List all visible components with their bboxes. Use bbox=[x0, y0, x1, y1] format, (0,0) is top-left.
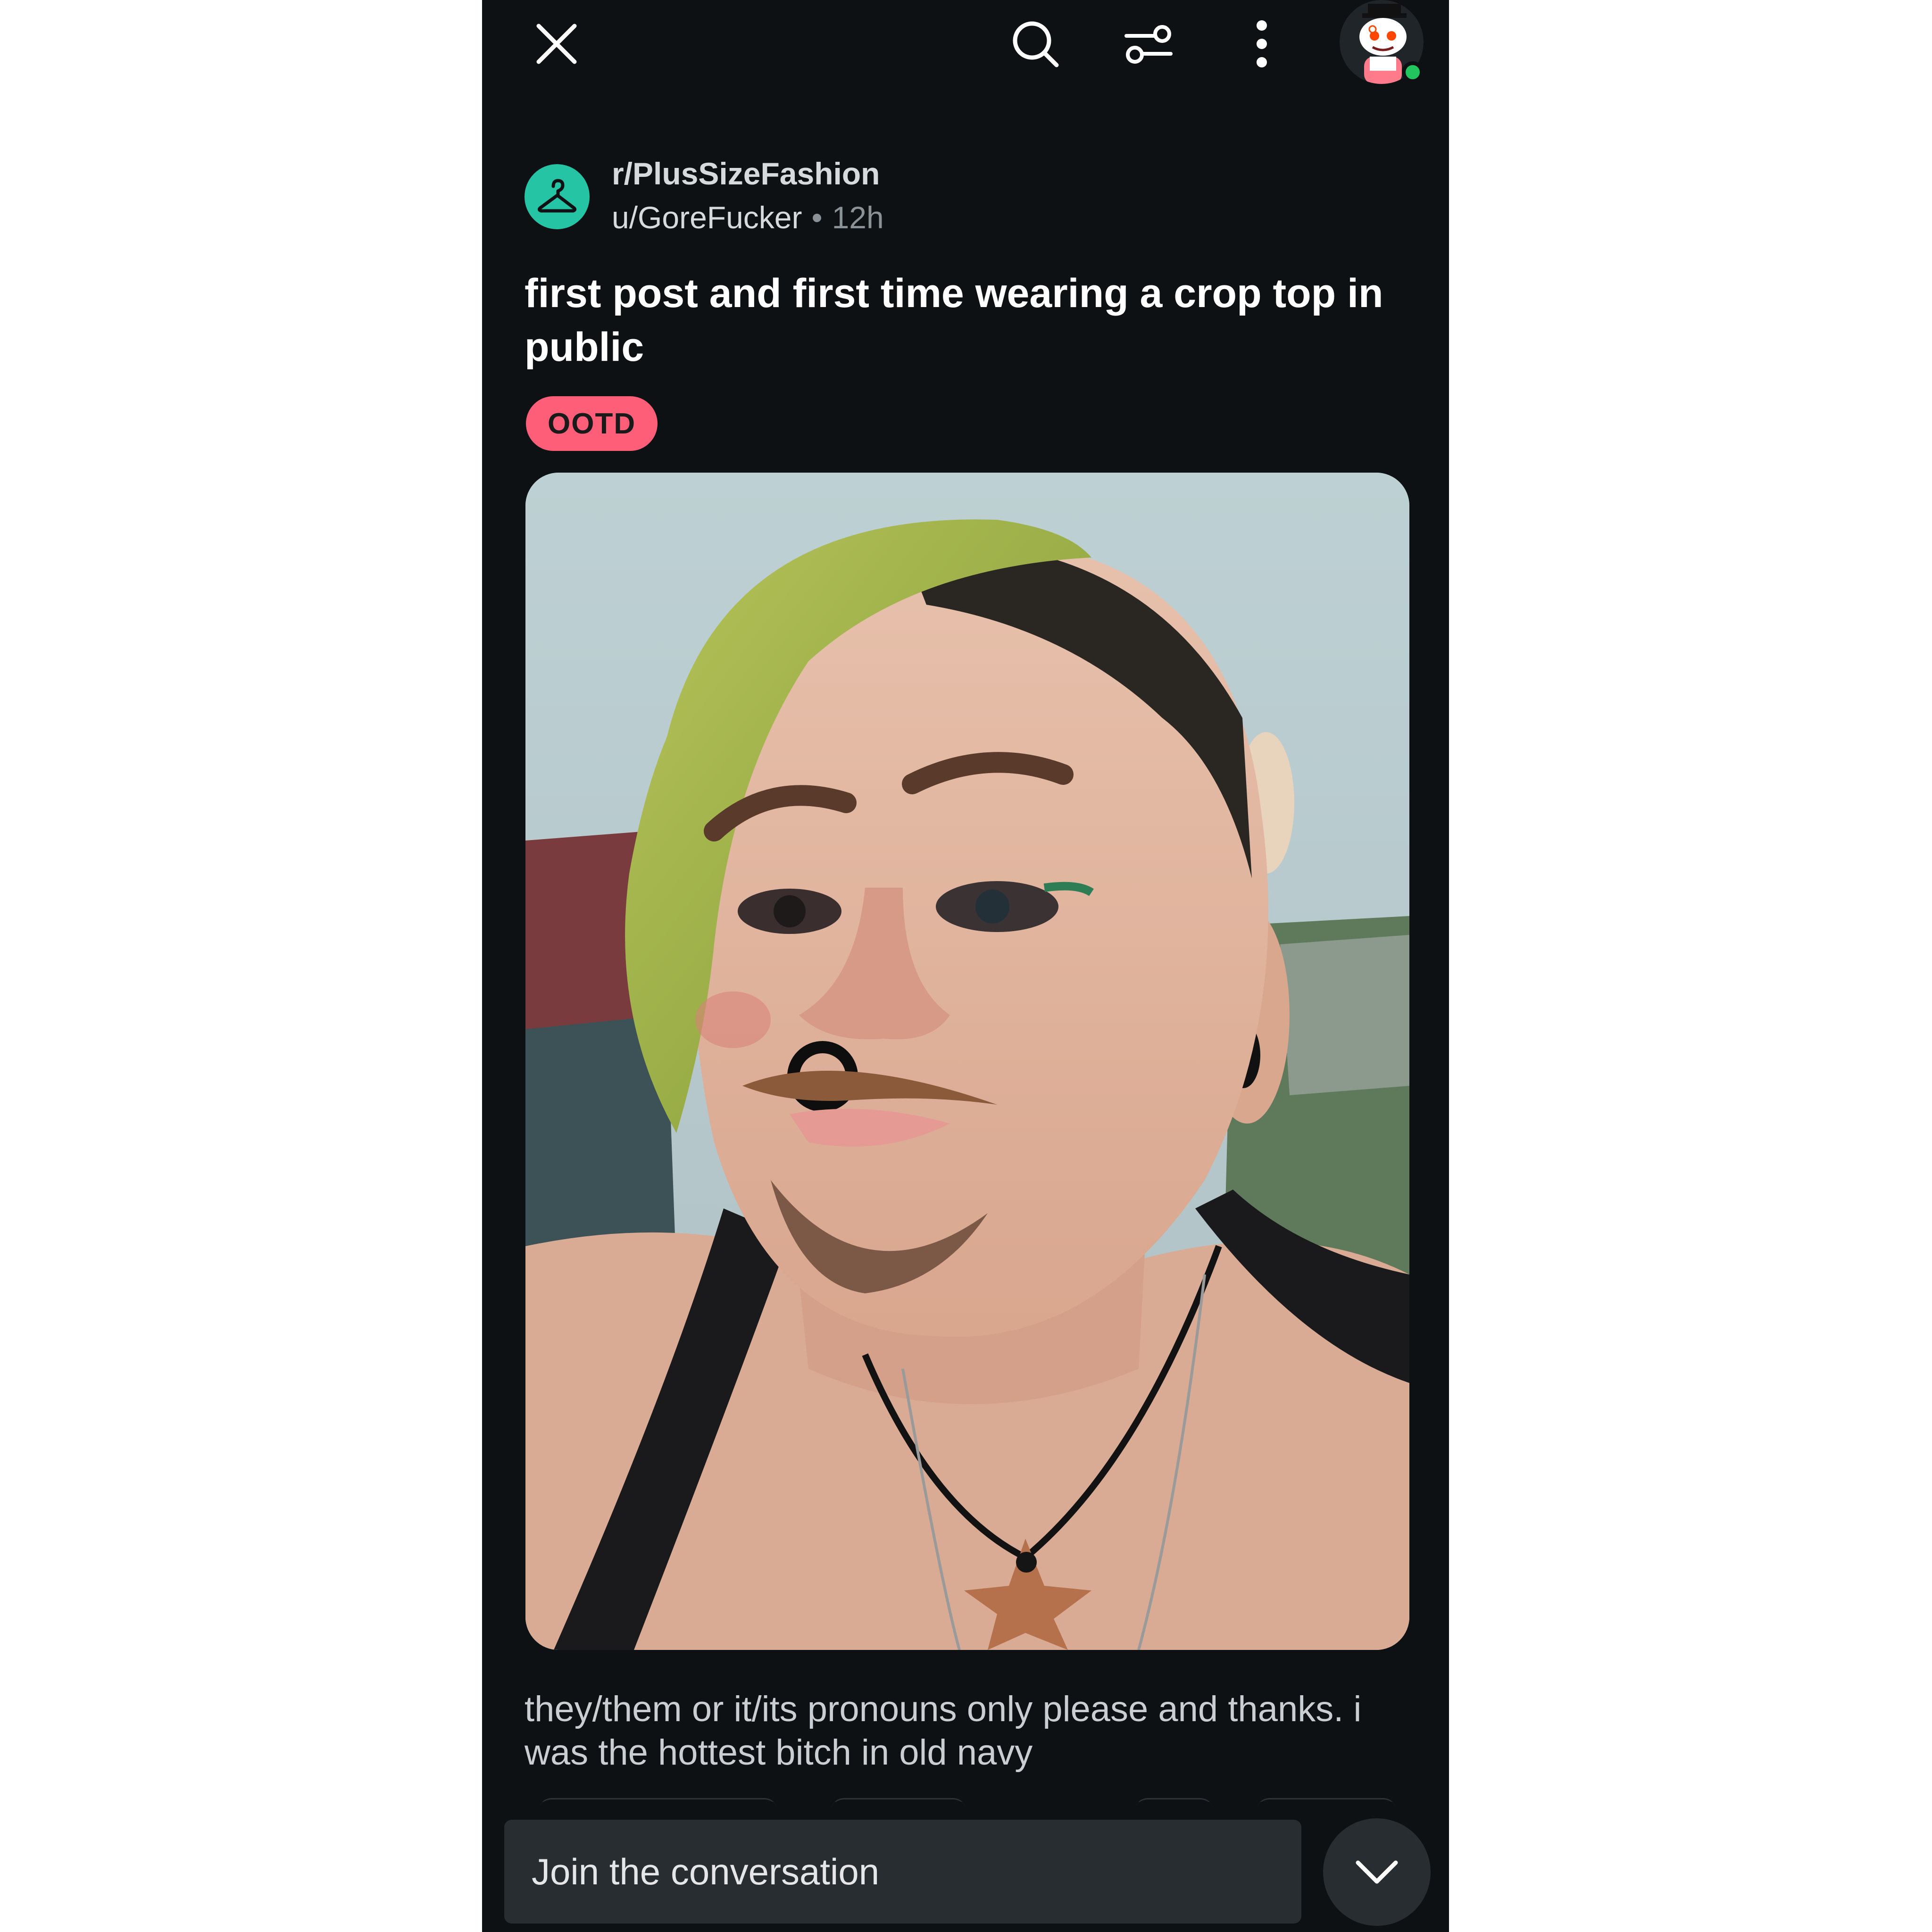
subreddit-avatar[interactable] bbox=[525, 164, 590, 229]
close-button[interactable] bbox=[526, 13, 587, 75]
search-icon bbox=[1013, 21, 1059, 67]
post-meta: u/GoreFucker • 12h bbox=[612, 200, 884, 235]
more-vertical-icon bbox=[1257, 20, 1267, 67]
selfie-photo bbox=[525, 473, 1409, 1650]
close-icon bbox=[536, 24, 577, 64]
post-age: 12h bbox=[832, 200, 884, 235]
meta-separator: • bbox=[811, 200, 823, 235]
more-options-button[interactable] bbox=[1231, 13, 1292, 75]
online-status-indicator bbox=[1402, 61, 1424, 83]
comment-input[interactable]: Join the conversation bbox=[504, 1820, 1301, 1924]
search-button[interactable] bbox=[1005, 13, 1066, 75]
post-image[interactable] bbox=[525, 473, 1409, 1650]
top-bar bbox=[482, 0, 1449, 94]
sort-filter-button[interactable] bbox=[1118, 13, 1179, 75]
post-flair[interactable]: OOTD bbox=[526, 396, 658, 451]
post-title: first post and first time wearing a crop… bbox=[525, 271, 1383, 370]
collapse-button[interactable] bbox=[1323, 1818, 1431, 1926]
post-screen: r/PlusSizeFashion u/GoreFucker • 12h first… bbox=[482, 0, 1449, 1932]
author-link[interactable]: u/GoreFucker bbox=[612, 200, 802, 235]
subreddit-name[interactable]: r/PlusSizeFashion bbox=[612, 156, 880, 192]
filter-icon bbox=[1124, 25, 1173, 64]
chevron-down-icon bbox=[1356, 1860, 1398, 1884]
post-body: they/them or it/its pronouns only please… bbox=[525, 1689, 1362, 1773]
hanger-icon bbox=[537, 179, 577, 213]
